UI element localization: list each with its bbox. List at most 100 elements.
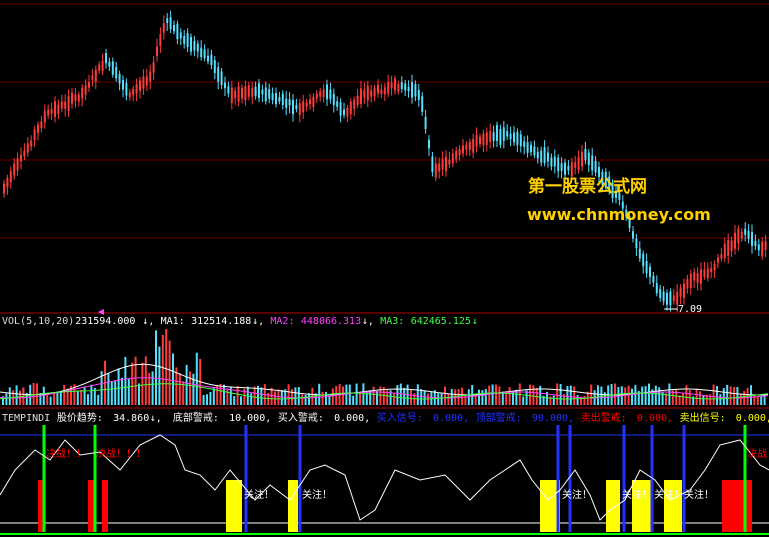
candle-body: [152, 62, 155, 73]
candle-body: [159, 34, 162, 47]
candle-body: [428, 139, 430, 149]
candle-body: [717, 257, 719, 263]
volume-bar: [474, 395, 477, 405]
focus-text: 关注！: [622, 488, 652, 501]
focus-text: 关注！: [244, 488, 274, 501]
vol-name: VOL(5,10,20): [2, 316, 74, 327]
volume-bar: [362, 383, 365, 405]
volume-bar: [753, 394, 756, 405]
volume-bar: [685, 385, 688, 405]
stock-chart-canvas[interactable]: 7.09 VOL(5,10,20) 231594.000 ↓, MA1: 31251…: [0, 0, 769, 537]
candle-body: [190, 36, 192, 52]
vol-arrow: ↓: [472, 316, 478, 327]
candle-body: [101, 60, 104, 72]
candle-body: [407, 86, 410, 92]
candle-body: [60, 101, 63, 109]
candle-body: [713, 264, 716, 271]
volume-bar: [624, 387, 627, 405]
buy-warn-label: 买入警戒:: [278, 411, 324, 424]
candle-body: [747, 230, 750, 240]
volume-bar: [287, 384, 290, 405]
candle-body: [254, 86, 257, 97]
candle-body: [547, 152, 549, 162]
volume-bar: [481, 390, 484, 405]
candle-body: [710, 268, 713, 273]
candle-body: [271, 93, 274, 101]
volume-bar: [342, 386, 344, 405]
candle-body: [142, 76, 145, 89]
candle-body: [543, 147, 546, 163]
volume-bar: [121, 377, 123, 405]
volume-bar: [63, 384, 66, 405]
candle-body: [193, 40, 196, 51]
candle-body: [553, 156, 556, 167]
candle-body: [645, 261, 648, 274]
candle-body: [98, 64, 101, 71]
candle-body: [526, 142, 529, 153]
candle-body: [16, 158, 19, 171]
volume-bar: [15, 385, 18, 405]
volume-bar: [522, 396, 525, 405]
volume-bar: [488, 385, 491, 405]
cursor-marker: [98, 309, 104, 315]
candle-body: [676, 291, 679, 305]
candle-body: [519, 134, 522, 147]
volume-bar: [206, 394, 208, 405]
candle-body: [74, 94, 77, 102]
volume-bar: [226, 388, 229, 405]
volume-bar: [702, 395, 705, 405]
candle-body: [179, 32, 182, 39]
candle-body: [81, 87, 84, 99]
vol-arrow: ↓,: [252, 316, 264, 327]
volume-bar: [695, 388, 698, 405]
vol-arrow: ↓,: [142, 316, 154, 327]
candle-body: [88, 82, 90, 88]
volume-bar: [576, 395, 579, 405]
candle-body: [186, 33, 189, 47]
volume-bar: [569, 385, 572, 405]
candle-body: [278, 97, 281, 102]
volume-bar: [644, 386, 647, 405]
candle-body: [445, 156, 447, 171]
candle-body: [91, 75, 94, 80]
candle-body: [451, 153, 454, 164]
candle-body: [438, 163, 441, 172]
candle-body: [638, 248, 641, 259]
volume-bar: [447, 393, 450, 405]
candle-body: [77, 94, 80, 102]
volume-bar: [202, 395, 205, 405]
candle-body: [322, 89, 325, 98]
candle-body: [400, 82, 403, 90]
candle-body: [468, 141, 471, 150]
volume-bar: [423, 390, 426, 405]
volume-bar: [627, 385, 630, 405]
candle-body: [139, 80, 141, 91]
candle-body: [349, 101, 352, 115]
volume-bar: [603, 392, 606, 405]
vol-ma2-label: MA2:: [270, 316, 294, 327]
volume-bar: [124, 356, 127, 405]
candle-body: [431, 156, 434, 172]
candle-body: [523, 141, 526, 147]
candle-body: [343, 109, 345, 115]
candle-body: [176, 23, 179, 40]
candle-body: [669, 291, 672, 306]
volume-bar: [410, 389, 412, 405]
candle-body: [6, 178, 9, 188]
volume-bar: [529, 384, 531, 405]
signal-bar: [606, 480, 620, 532]
volume-bar: [440, 393, 443, 405]
candle-body: [693, 272, 696, 281]
battle-text: 决战！！！: [96, 448, 146, 460]
volume-bar: [328, 396, 331, 405]
volume-bar: [236, 386, 239, 405]
low-price-label: 7.09: [678, 304, 702, 315]
volume-bar: [641, 386, 644, 405]
volume-bar: [270, 387, 273, 405]
volume-bar: [321, 391, 324, 405]
candle-body: [288, 99, 291, 106]
volume-bar: [393, 393, 395, 405]
signal-bar: [288, 480, 298, 532]
volume-bar: [756, 396, 759, 405]
volume-bar: [219, 383, 222, 405]
